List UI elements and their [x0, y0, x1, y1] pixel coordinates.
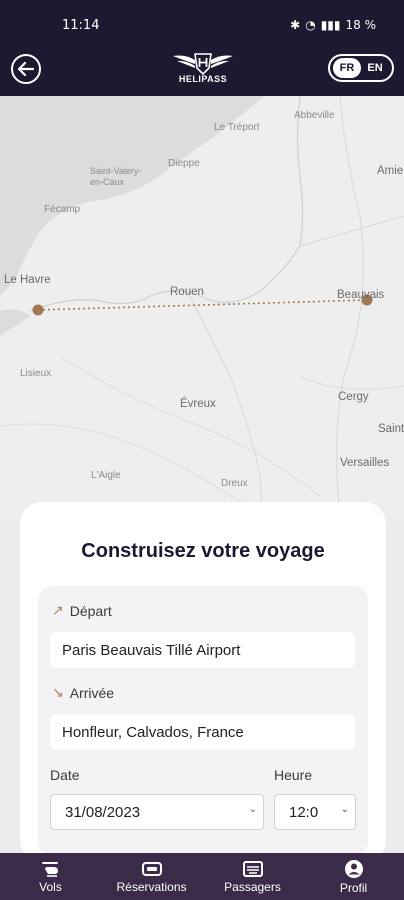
language-toggle[interactable]: FR EN	[328, 54, 394, 82]
map-city-label: Saint-	[378, 423, 404, 435]
winged-h-icon	[173, 53, 233, 76]
wifi-icon: ◔	[305, 18, 316, 32]
map-city-label: Beauvais	[337, 289, 385, 301]
date-label: Date	[50, 767, 80, 783]
status-time: 11:14	[62, 18, 100, 33]
arrival-marker	[32, 304, 44, 316]
map-city-label: Saint-Valery-en-Caux	[90, 166, 142, 187]
trip-builder-card: Construisez votre voyage ↗ Départ Paris …	[20, 502, 386, 862]
map-city-label: Le Tréport	[214, 122, 260, 133]
card-title: Construisez votre voyage	[81, 540, 325, 562]
signal-icon: ▮▮▮	[320, 18, 341, 32]
arrival-label: ↘ Arrivée	[52, 684, 114, 701]
arrow-left-icon	[18, 62, 34, 76]
status-bar: 11:14 ✱ ◔ ▮▮▮ 18 %	[0, 0, 404, 48]
battery-text: 18 %	[345, 18, 377, 32]
nav-profil-label: Profil	[339, 880, 368, 895]
notification-icon: ✱	[290, 18, 301, 32]
map-city-label: Fécamp	[44, 204, 81, 215]
id-card-icon	[242, 860, 263, 877]
map-city-label: L'Aigle	[91, 470, 121, 481]
date-select[interactable]: 31/08/2023 ⌄	[50, 794, 264, 830]
map-city-label: Lisieux	[20, 368, 52, 379]
trip-form: ↗ Départ Paris Beauvais Tillé Airport ↘ …	[38, 586, 368, 856]
nav-vols-label: Vols	[39, 879, 62, 894]
bottom-nav: Vols Réservations Passagers Profil	[0, 853, 404, 900]
nav-profil[interactable]: Profil	[303, 853, 404, 900]
back-button[interactable]	[11, 54, 41, 84]
map-city-label: Amiens	[377, 165, 404, 177]
ticket-icon	[141, 861, 162, 876]
time-select[interactable]: 12:0 ⌄	[274, 794, 356, 830]
user-icon	[344, 859, 363, 878]
map-city-label: Dieppe	[168, 158, 200, 169]
map-background	[0, 96, 404, 516]
time-label: Heure	[274, 767, 313, 783]
map-city-label: Rouen	[170, 286, 204, 298]
status-icons: ✱ ◔ ▮▮▮ 18 %	[290, 18, 376, 32]
map-city-label: Abbeville	[294, 110, 335, 121]
date-value: 31/08/2023	[65, 803, 141, 821]
flight-route-line	[37, 299, 368, 311]
arrow-up-right-icon: ↗	[52, 602, 64, 618]
time-value: 12:0	[289, 803, 319, 821]
map-city-label: Évreux	[180, 398, 216, 410]
lang-en[interactable]: EN	[361, 58, 389, 78]
helicopter-icon	[41, 861, 58, 877]
departure-label: ↗ Départ	[52, 602, 112, 619]
map-city-label: Cergy	[338, 391, 369, 403]
nav-vols[interactable]: Vols	[0, 853, 101, 900]
nav-reservations-label: Réservations	[116, 879, 187, 894]
arrival-input[interactable]: Honfleur, Calvados, France	[50, 714, 355, 750]
nav-passagers[interactable]: Passagers	[202, 853, 303, 900]
departure-input[interactable]: Paris Beauvais Tillé Airport	[50, 632, 355, 668]
map-city-label: Le Havre	[4, 274, 51, 286]
chevron-down-icon: ⌄	[248, 804, 257, 815]
nav-reservations[interactable]: Réservations	[101, 853, 202, 900]
logo-wordmark: HELIPASS	[178, 74, 228, 84]
departure-label-text: Départ	[69, 602, 112, 619]
map-city-label: Dreux	[221, 478, 248, 489]
map-city-label: Versailles	[340, 457, 390, 469]
helipass-logo: HELIPASS	[164, 50, 242, 90]
app-header: HELIPASS FR EN	[0, 48, 404, 96]
chevron-down-icon: ⌄	[340, 804, 349, 815]
arrival-label-text: Arrivée	[69, 684, 115, 701]
arrow-down-right-icon: ↘	[52, 684, 64, 700]
nav-passagers-label: Passagers	[224, 879, 281, 894]
lang-fr[interactable]: FR	[333, 58, 361, 78]
route-map[interactable]: Le Tréport Abbeville Dieppe Saint-Valery…	[0, 96, 404, 516]
